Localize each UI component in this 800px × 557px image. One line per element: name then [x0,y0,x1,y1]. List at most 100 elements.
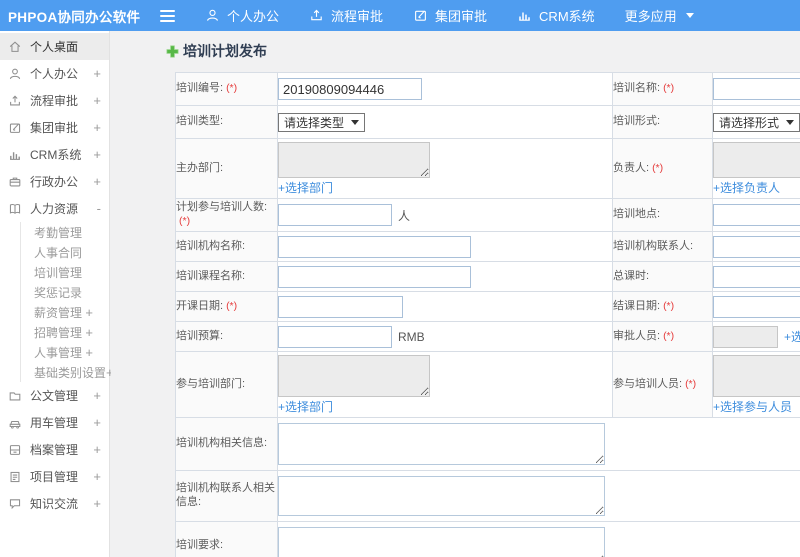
expand-toggle[interactable]: + [93,174,101,189]
approver-input[interactable] [713,325,778,348]
briefcase-icon [8,175,22,189]
location-input[interactable] [713,204,800,226]
expand-toggle[interactable]: + [93,415,101,430]
course-name-input[interactable] [278,265,471,288]
sidebar-item-label: 人事管理 [34,345,83,360]
field-label: 培训编号: [176,82,224,95]
sidebar-item-recruitment[interactable]: 招聘管理 + [21,322,109,342]
edit-icon [413,8,428,23]
hamburger-menu-icon[interactable] [156,6,179,26]
field-label: 培训机构名称: [176,239,246,252]
requirements-textarea[interactable] [278,527,605,557]
start-date-input[interactable] [278,295,403,318]
book-icon [8,202,22,216]
end-date-input[interactable] [713,295,800,318]
caret-down-icon [685,13,694,18]
collapse-toggle[interactable]: - [97,201,101,216]
sidebar-item-crm[interactable]: CRM系统 + [0,141,109,168]
nav-personal-office[interactable]: 个人办公 [205,6,279,25]
folder-icon [8,389,22,403]
form-row: 培训要求: [175,521,800,557]
expand-toggle[interactable]: + [93,442,101,457]
nav-more-apps[interactable]: 更多应用 [625,6,694,25]
home-icon [8,40,22,54]
nav-group-approval[interactable]: 集团审批 [413,6,487,25]
select-join-staff-link[interactable]: +选择参与人员 [714,398,793,415]
nav-crm[interactable]: CRM系统 [517,6,595,25]
field-label: 培训预算: [176,329,224,342]
expand-toggle[interactable]: + [93,469,101,484]
caret-down-icon [351,119,360,125]
select-approver-link[interactable]: +选择审批人员 [784,330,800,344]
host-dept-textarea[interactable] [278,142,430,178]
field-label: 结课日期: [613,299,661,312]
page-head: 培训计划发布 [166,41,800,61]
sidebar-item-vehicle[interactable]: 用车管理 + [0,409,109,436]
train-no-input[interactable] [278,78,422,100]
sidebar-item-workflow-approval[interactable]: 流程审批 + [0,87,109,114]
app-logo: PHPOA协同办公软件 [8,9,141,25]
org-name-input[interactable] [278,235,471,258]
user-icon [8,67,22,81]
expand-toggle[interactable]: + [93,388,101,403]
sidebar-item-group-approval[interactable]: 集团审批 + [0,114,109,141]
expand-toggle[interactable]: + [93,93,101,108]
sidebar-item-training[interactable]: 培训管理 [21,262,109,282]
sidebar-item-label: 流程审批 [30,94,79,108]
sidebar-item-desktop[interactable]: 个人桌面 [0,33,109,60]
clipboard-icon [8,470,22,484]
sidebar-item-label: 档案管理 [30,443,79,457]
form-row: 培训机构相关信息: [175,417,800,471]
sidebar-item-personal-office[interactable]: 个人办公 + [0,60,109,87]
form-row: 培训机构联系人相关信息: [175,470,800,522]
nav-label: CRM系统 [539,9,595,24]
expand-toggle[interactable]: + [85,345,93,360]
expand-toggle[interactable]: + [93,496,101,511]
select-leader-link[interactable]: +选择负责人 [714,179,781,196]
join-dept-textarea[interactable] [278,355,430,397]
sidebar-item-admin-office[interactable]: 行政办公 + [0,168,109,195]
sidebar-item-label: 考勤管理 [34,225,83,240]
expand-toggle[interactable]: + [93,66,101,81]
nav-label: 流程审批 [331,9,384,24]
select-join-dept-link[interactable]: +选择部门 [279,398,334,415]
field-label: 主办部门: [176,161,224,174]
form-row: 培训预算: RMB 审批人员:(*) +选择审批人员 [175,321,800,352]
sidebar-item-hr[interactable]: 人力资源 - [0,195,109,222]
field-label: 参与培训部门: [176,377,246,390]
field-label: 培训机构联系人: [613,239,694,252]
leader-textarea[interactable] [713,142,800,178]
expand-toggle[interactable]: + [85,305,93,320]
expand-toggle[interactable]: + [85,325,93,340]
field-label: 参与培训人员: [613,377,683,390]
select-dept-link[interactable]: +选择部门 [279,179,334,196]
expand-toggle[interactable]: + [93,147,101,162]
sidebar-item-salary[interactable]: 薪资管理 + [21,302,109,322]
sidebar-item-base-category[interactable]: 基础类别设置 + [21,362,114,382]
sidebar-item-hr-contract[interactable]: 人事合同 [21,242,109,262]
sidebar-item-document[interactable]: 公文管理 + [0,382,109,409]
sidebar-item-knowledge[interactable]: 知识交流 + [0,490,109,517]
form-row: 开课日期: (*) 结课日期: (*) [175,291,800,322]
train-form-select[interactable]: 请选择形式 [713,112,800,132]
planned-count-input[interactable] [278,204,392,226]
train-type-select[interactable]: 请选择类型 [278,112,366,132]
expand-toggle[interactable]: + [93,120,101,135]
org-contact-info-textarea[interactable] [278,476,605,516]
sidebar-item-personnel[interactable]: 人事管理 + [21,342,109,362]
sidebar-item-reward-punishment[interactable]: 奖惩记录 [21,282,109,302]
train-name-input[interactable] [713,78,800,100]
budget-input[interactable] [278,325,392,348]
sidebar-item-attendance[interactable]: 考勤管理 [21,222,109,242]
nav-workflow-approval[interactable]: 流程审批 [309,6,383,25]
sidebar-item-archive[interactable]: 档案管理 + [0,436,109,463]
total-hours-input[interactable] [713,265,800,288]
sidebar-item-label: 人事合同 [34,245,83,260]
user-icon [205,8,220,23]
org-contact-input[interactable] [713,235,800,258]
org-info-textarea[interactable] [278,423,605,465]
field-label: 培训类型: [176,115,224,128]
sidebar-item-project[interactable]: 项目管理 + [0,463,109,490]
field-label: 培训课程名称: [176,269,246,282]
join-staff-textarea[interactable] [713,355,800,397]
